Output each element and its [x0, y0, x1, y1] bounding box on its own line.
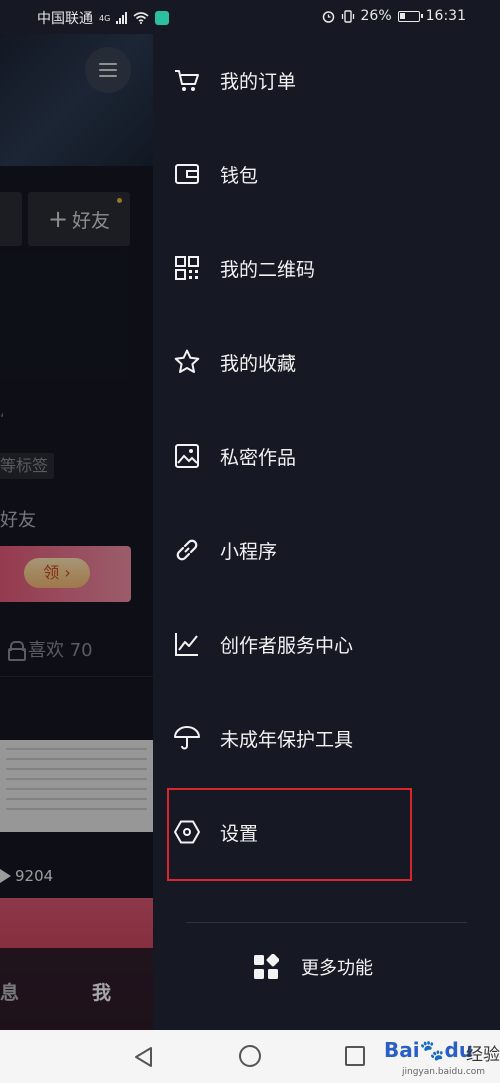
umbrella-icon [174, 726, 200, 750]
menu-item-minor-protection[interactable]: 未成年保护工具 [153, 708, 500, 768]
menu-item-label: 未成年保护工具 [220, 729, 354, 751]
drawer-divider [186, 922, 467, 923]
watermark-text: 经验 [466, 1045, 500, 1065]
watermark-url: jingyan.baidu.com [402, 1067, 486, 1077]
wallet-icon [175, 164, 199, 184]
menu-item-label: 我的订单 [220, 71, 297, 93]
recent-apps-icon[interactable] [345, 1046, 365, 1066]
watermark-logo: Bai🐾du [384, 1038, 474, 1062]
clock: 16:31 [425, 8, 466, 24]
vibrate-icon [341, 9, 354, 23]
carrier-label: 中国联通 [37, 11, 93, 27]
link-icon [176, 539, 198, 561]
wifi-icon [133, 12, 149, 24]
network-type: 4G [99, 13, 111, 23]
settings-hexagon-icon [174, 820, 200, 844]
more-features-button[interactable]: 更多功能 [253, 954, 373, 980]
home-icon[interactable] [239, 1045, 261, 1067]
side-drawer: 我的订单 钱包 我的二维码 我的收藏 私密作品 小程序 创作者服务中心 未成年保… [153, 34, 500, 1030]
status-bar: 中国联通 4G 26% 16:31 [0, 0, 500, 34]
menu-item-label: 设置 [220, 823, 259, 845]
private-image-icon [175, 444, 199, 468]
menu-item-label: 创作者服务中心 [220, 635, 354, 657]
menu-item-orders[interactable]: 我的订单 [153, 50, 500, 110]
battery-percent: 26% [360, 8, 392, 24]
signal-icon [116, 12, 128, 24]
menu-item-wallet[interactable]: 钱包 [153, 144, 500, 204]
menu-item-creator-center[interactable]: 创作者服务中心 [153, 614, 500, 674]
menu-item-label: 钱包 [220, 165, 259, 187]
more-features-label: 更多功能 [301, 958, 373, 979]
menu-item-mini-programs[interactable]: 小程序 [153, 520, 500, 580]
menu-item-settings[interactable]: 设置 [153, 802, 500, 862]
menu-item-label: 私密作品 [220, 447, 297, 469]
menu-item-label: 我的二维码 [220, 259, 316, 281]
menu-item-private-works[interactable]: 私密作品 [153, 426, 500, 486]
profile-page-background: + 好友 ‘ 等标签 好友 领 › 喜欢 70 9204 息 我 [0, 0, 153, 1030]
drawer-overlay[interactable] [0, 34, 153, 1030]
apps-grid-icon [254, 954, 279, 979]
baidu-watermark: Bai🐾du 经验 jingyan.baidu.com [380, 1030, 500, 1083]
cart-icon [175, 70, 199, 91]
menu-item-label: 我的收藏 [220, 353, 297, 375]
back-icon[interactable] [133, 1046, 153, 1068]
alarm-icon [322, 10, 334, 23]
menu-item-label: 小程序 [220, 541, 278, 563]
menu-item-favorites[interactable]: 我的收藏 [153, 332, 500, 392]
chart-line-icon [175, 633, 198, 656]
app-notification-icon [155, 11, 170, 25]
star-icon [174, 349, 200, 373]
qr-code-icon [175, 256, 199, 280]
menu-item-qrcode[interactable]: 我的二维码 [153, 238, 500, 298]
battery-icon [397, 10, 423, 22]
